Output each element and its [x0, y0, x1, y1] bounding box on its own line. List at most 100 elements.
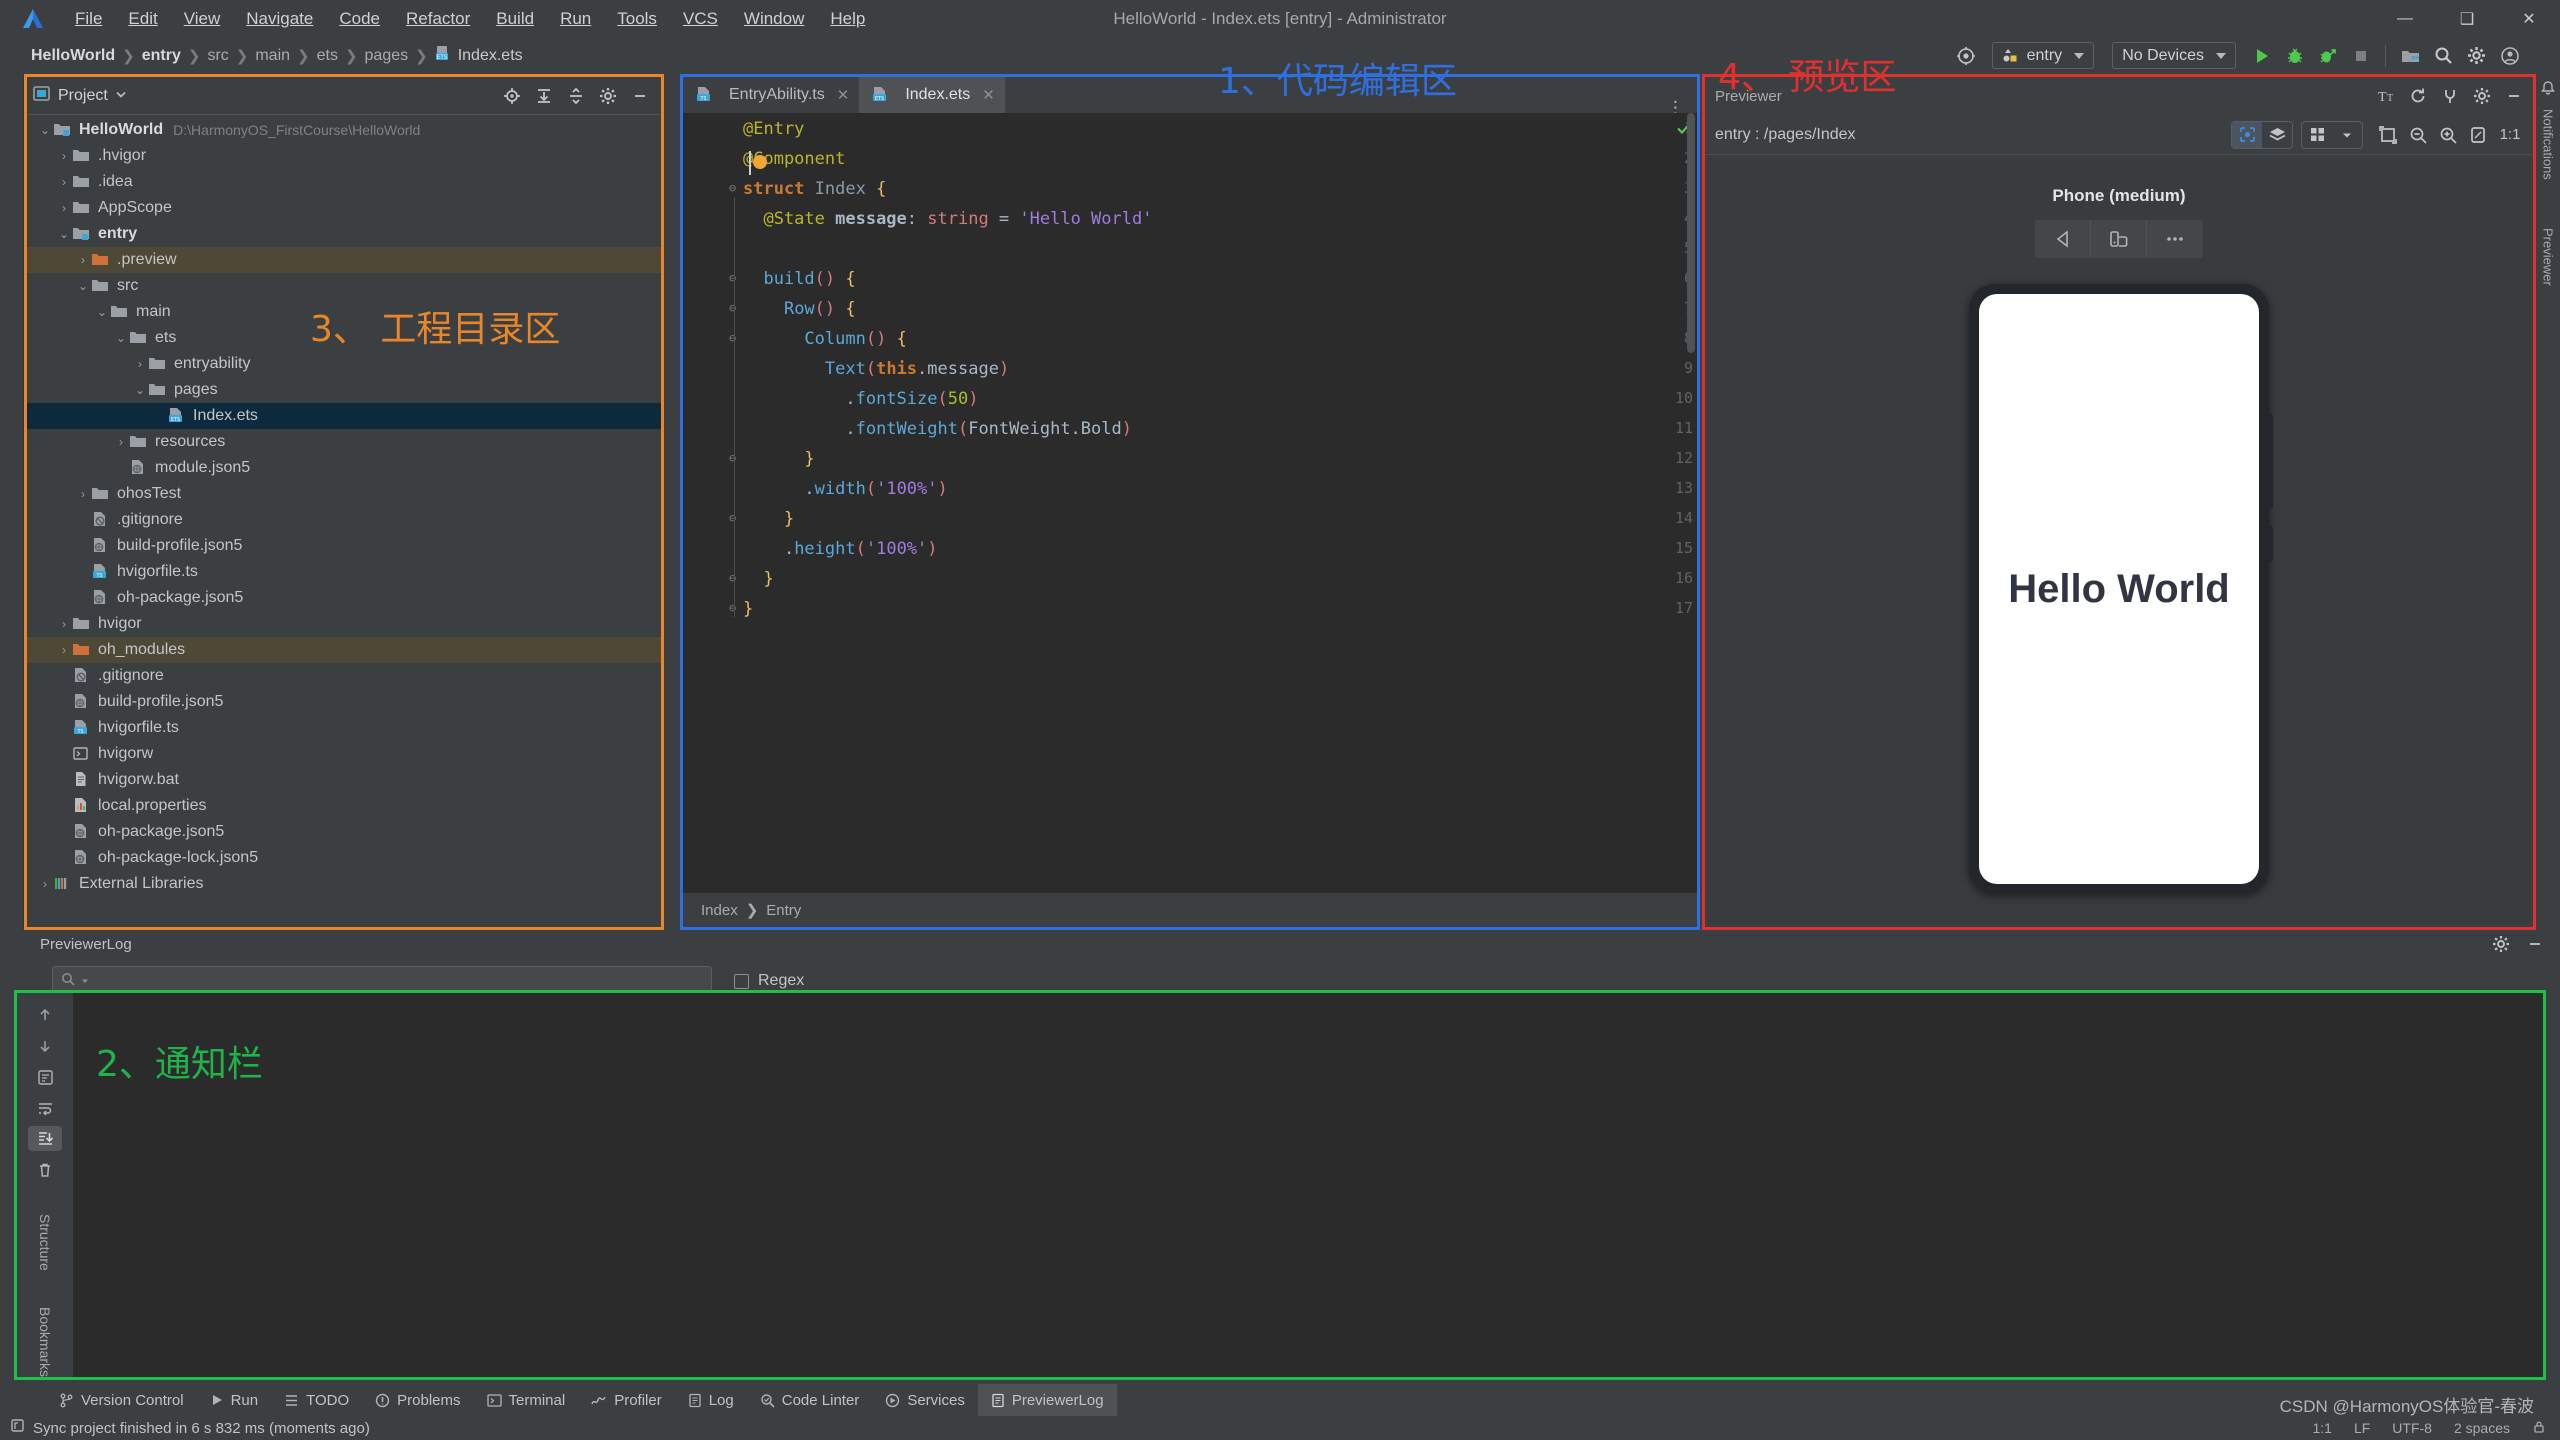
- chevron-down-icon[interactable]: [81, 972, 89, 990]
- breadcrumb-src[interactable]: src: [200, 47, 235, 65]
- refresh-icon[interactable]: [2403, 81, 2433, 111]
- tree-row[interactable]: hvigorw: [27, 741, 661, 767]
- code-line[interactable]: Column() {: [743, 329, 906, 349]
- hide-panel-icon[interactable]: [2499, 81, 2529, 111]
- tree-row[interactable]: TS hvigorfile.ts: [27, 559, 661, 585]
- code-line[interactable]: .height('100%'): [743, 539, 938, 559]
- chevron-right-icon[interactable]: ›: [56, 175, 72, 189]
- code-line[interactable]: .fontSize(50): [743, 389, 978, 409]
- gear-icon[interactable]: [593, 81, 623, 111]
- inspector-icon[interactable]: [2232, 121, 2262, 148]
- tree-row[interactable]: build-profile.json5: [27, 689, 661, 715]
- right-strip-notifications[interactable]: Notifications: [2541, 109, 2556, 180]
- maximize-button[interactable]: ❑: [2436, 0, 2498, 37]
- editor-breadcrumb[interactable]: Index ❯ Entry: [683, 893, 1697, 927]
- editor-breadcrumb-index[interactable]: Index: [701, 902, 738, 919]
- editor-tab[interactable]: TS EntryAbility.ts ✕: [683, 77, 859, 113]
- font-size-icon[interactable]: TT: [2371, 81, 2401, 111]
- gear-icon[interactable]: [2467, 81, 2497, 111]
- tree-row[interactable]: .gitignore: [27, 663, 661, 689]
- layers-icon[interactable]: [2262, 122, 2292, 148]
- editor-tab-bar[interactable]: TS EntryAbility.ts ✕ ETS Index.ets ✕ ⋮: [683, 77, 1697, 116]
- collapse-all-icon[interactable]: [561, 81, 591, 111]
- menu-item-edit[interactable]: Edit: [115, 6, 170, 32]
- chevron-down-icon[interactable]: ⌄: [132, 383, 148, 397]
- code-line[interactable]: }: [743, 599, 753, 619]
- right-strip-previewer[interactable]: Previewer: [2541, 228, 2556, 286]
- menu-item-tools[interactable]: Tools: [604, 6, 670, 32]
- tree-row[interactable]: build-profile.json5: [27, 533, 661, 559]
- fold-marker[interactable]: ⊖: [729, 301, 736, 315]
- debug-button[interactable]: [2278, 41, 2311, 71]
- menu-item-file[interactable]: File: [62, 6, 115, 32]
- editor-options-icon[interactable]: ⋮: [1655, 99, 1697, 116]
- fold-marker[interactable]: ⊖: [729, 271, 736, 285]
- tree-row[interactable]: oh-package.json5: [27, 585, 661, 611]
- chevron-down-icon[interactable]: ⌄: [94, 305, 110, 319]
- chevron-right-icon[interactable]: ›: [75, 487, 91, 501]
- fold-marker[interactable]: ⊖: [729, 571, 736, 585]
- tree-row[interactable]: › .preview: [27, 247, 661, 273]
- back-icon[interactable]: [2035, 220, 2091, 258]
- plug-icon[interactable]: [2435, 81, 2465, 111]
- fold-marker[interactable]: ⊖: [729, 181, 736, 195]
- close-icon[interactable]: ✕: [837, 86, 850, 104]
- menu-item-build[interactable]: Build: [483, 6, 547, 32]
- tree-row[interactable]: ⌄ entry: [27, 221, 661, 247]
- wrap-icon[interactable]: [28, 1096, 62, 1121]
- tree-row[interactable]: › .idea: [27, 169, 661, 195]
- tree-row[interactable]: oh-package-lock.json5: [27, 845, 661, 871]
- code-line[interactable]: }: [743, 569, 773, 589]
- breadcrumb-main[interactable]: main: [248, 47, 297, 65]
- tool-window-tab-previewerlog[interactable]: PreviewerLog: [977, 1384, 1117, 1416]
- code-line[interactable]: Text(this.message): [743, 359, 1009, 379]
- soft-wrap-icon[interactable]: [28, 1065, 62, 1090]
- code-line[interactable]: build() {: [743, 269, 855, 289]
- chevron-right-icon[interactable]: ›: [113, 435, 129, 449]
- actual-size-button[interactable]: 1:1: [2493, 120, 2527, 150]
- tool-window-tab-code-linter[interactable]: Code Linter: [747, 1384, 873, 1416]
- tree-row[interactable]: ETS Index.ets: [27, 403, 661, 429]
- tool-window-tab-version-control[interactable]: Version Control: [46, 1384, 197, 1416]
- code-line[interactable]: .width('100%'): [743, 479, 947, 499]
- tool-window-tab-terminal[interactable]: Terminal: [474, 1384, 579, 1416]
- tree-row[interactable]: ⌄ HelloWorld D:\HarmonyOS_FirstCourse\Hell…: [27, 117, 661, 143]
- menu-item-refactor[interactable]: Refactor: [393, 6, 483, 32]
- tree-row[interactable]: module.json5: [27, 455, 661, 481]
- rotate-device-icon[interactable]: [2091, 220, 2147, 258]
- code-line[interactable]: @State message: string = 'Hello World': [743, 209, 1152, 229]
- regex-checkbox-box[interactable]: [734, 973, 749, 989]
- scroll-to-end-icon[interactable]: [28, 1126, 62, 1152]
- intention-bulb-icon[interactable]: [753, 155, 767, 169]
- zoom-in-icon[interactable]: [2433, 120, 2463, 150]
- tool-window-tab-log[interactable]: Log: [675, 1384, 747, 1416]
- code-line[interactable]: struct Index {: [743, 179, 886, 199]
- multi-device-icon[interactable]: [2302, 122, 2332, 148]
- scroll-down-icon[interactable]: [28, 1034, 62, 1059]
- status-encoding[interactable]: UTF-8: [2392, 1420, 2432, 1436]
- fit-to-screen-icon[interactable]: [2463, 120, 2493, 150]
- tree-row[interactable]: .gitignore: [27, 507, 661, 533]
- breadcrumb[interactable]: HelloWorld ❯ entry ❯ src ❯ main ❯ ets ❯ pages…: [24, 45, 523, 66]
- menu-item-run[interactable]: Run: [547, 6, 604, 32]
- chevron-right-icon[interactable]: ›: [56, 149, 72, 163]
- tree-row[interactable]: › entryability: [27, 351, 661, 377]
- tree-row[interactable]: hvigorw.bat: [27, 767, 661, 793]
- zoom-out-icon[interactable]: [2403, 120, 2433, 150]
- editor-breadcrumb-entry[interactable]: Entry: [766, 902, 801, 919]
- device-manager-icon[interactable]: [1950, 41, 1983, 71]
- close-icon[interactable]: ✕: [982, 86, 995, 104]
- status-line-separator[interactable]: LF: [2354, 1420, 2370, 1436]
- chevron-right-icon[interactable]: ›: [56, 617, 72, 631]
- breadcrumb-ets[interactable]: ets: [310, 47, 345, 65]
- menu-item-view[interactable]: View: [171, 6, 234, 32]
- stop-button[interactable]: [2344, 41, 2377, 71]
- breadcrumb-file[interactable]: ETS Index.ets: [428, 45, 523, 66]
- status-caret-position[interactable]: 1:1: [2312, 1420, 2331, 1436]
- fold-marker[interactable]: ⊖: [729, 601, 736, 615]
- device-selector[interactable]: No Devices: [2112, 42, 2236, 69]
- editor-scrollbar[interactable]: [1687, 113, 1695, 353]
- close-button[interactable]: ✕: [2498, 0, 2560, 37]
- tree-row[interactable]: › External Libraries: [27, 871, 661, 897]
- gear-icon[interactable]: [2486, 929, 2516, 959]
